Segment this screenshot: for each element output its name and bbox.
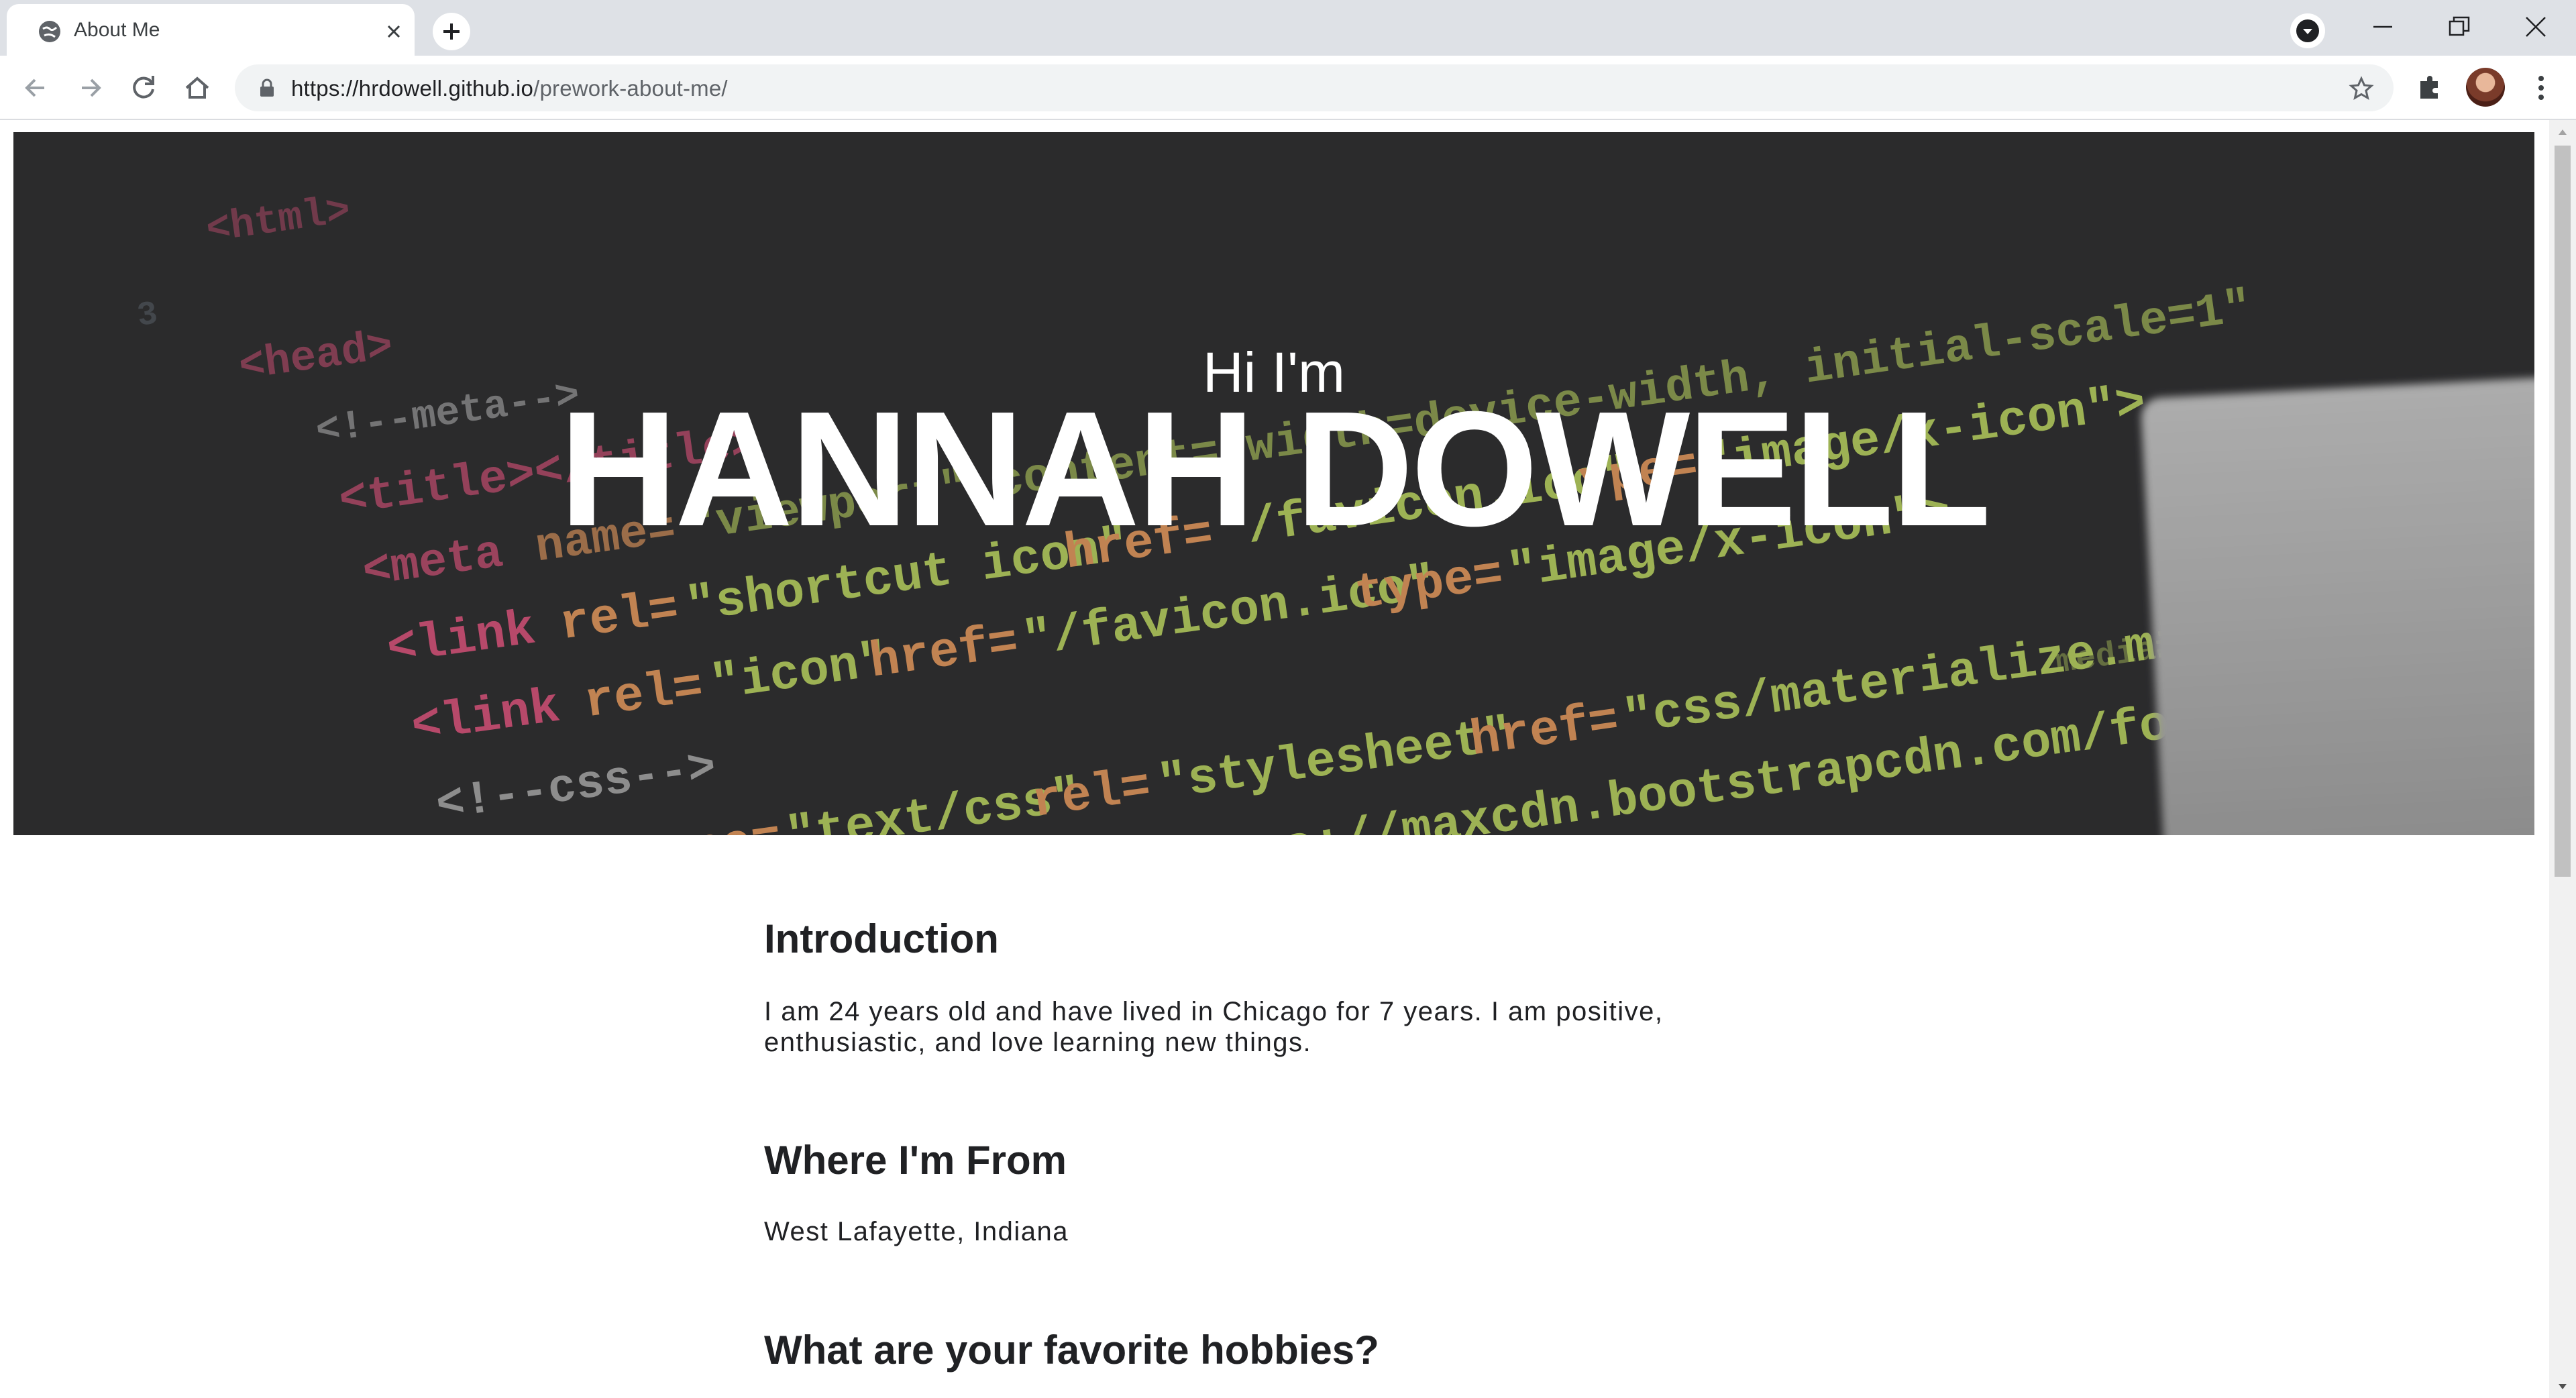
- chevron-down-icon: [2296, 19, 2319, 42]
- browser-toolbar: https://hrdowell.github.io/prework-about…: [0, 56, 2576, 120]
- globe-icon: [39, 21, 60, 42]
- page-scrollbar[interactable]: [2549, 120, 2576, 1398]
- scrollbar-thumb[interactable]: [2555, 146, 2571, 877]
- forward-arrow-icon[interactable]: [71, 69, 109, 107]
- hobbies-heading: What are your favorite hobbies?: [764, 1328, 1379, 1373]
- where-from-text: West Lafayette, Indiana: [764, 1217, 1069, 1246]
- where-from-heading: Where I'm From: [764, 1138, 1067, 1183]
- close-icon: [2526, 17, 2546, 37]
- restore-button[interactable]: [2422, 0, 2497, 54]
- page-viewport: <html> 3 <head> <!--meta--> <title></tit…: [0, 120, 2549, 1398]
- introduction-text: I am 24 years old and have lived in Chic…: [764, 997, 1664, 1057]
- minimize-icon: [2373, 25, 2392, 28]
- hero-banner: <html> 3 <head> <!--meta--> <title></tit…: [13, 132, 2534, 835]
- minimize-button[interactable]: [2345, 0, 2420, 54]
- more-menu-icon[interactable]: [2528, 70, 2555, 105]
- address-bar[interactable]: https://hrdowell.github.io/prework-about…: [235, 64, 2394, 111]
- close-tab-icon[interactable]: [382, 20, 405, 43]
- active-tab[interactable]: About Me: [7, 4, 415, 56]
- close-window-button[interactable]: [2498, 0, 2573, 54]
- back-arrow-icon[interactable]: [17, 69, 55, 107]
- reload-icon[interactable]: [125, 69, 162, 107]
- lock-icon: [260, 78, 274, 97]
- tab-strip: About Me: [0, 0, 2576, 56]
- restore-icon: [2449, 16, 2470, 36]
- url-text: https://hrdowell.github.io/prework-about…: [291, 76, 728, 101]
- extensions-puzzle-icon[interactable]: [2414, 70, 2446, 103]
- hero-name: HANNAH DOWELL: [559, 377, 1991, 560]
- new-tab-icon[interactable]: [431, 11, 472, 52]
- scroll-down-arrow-icon[interactable]: [2557, 1381, 2568, 1392]
- home-icon[interactable]: [178, 69, 216, 107]
- tab-search-button[interactable]: [2290, 13, 2325, 48]
- bookmark-star-icon[interactable]: [2348, 75, 2375, 102]
- introduction-heading: Introduction: [764, 916, 999, 961]
- tab-title: About Me: [74, 19, 160, 41]
- profile-avatar[interactable]: [2466, 68, 2505, 107]
- scroll-up-arrow-icon[interactable]: [2557, 127, 2568, 138]
